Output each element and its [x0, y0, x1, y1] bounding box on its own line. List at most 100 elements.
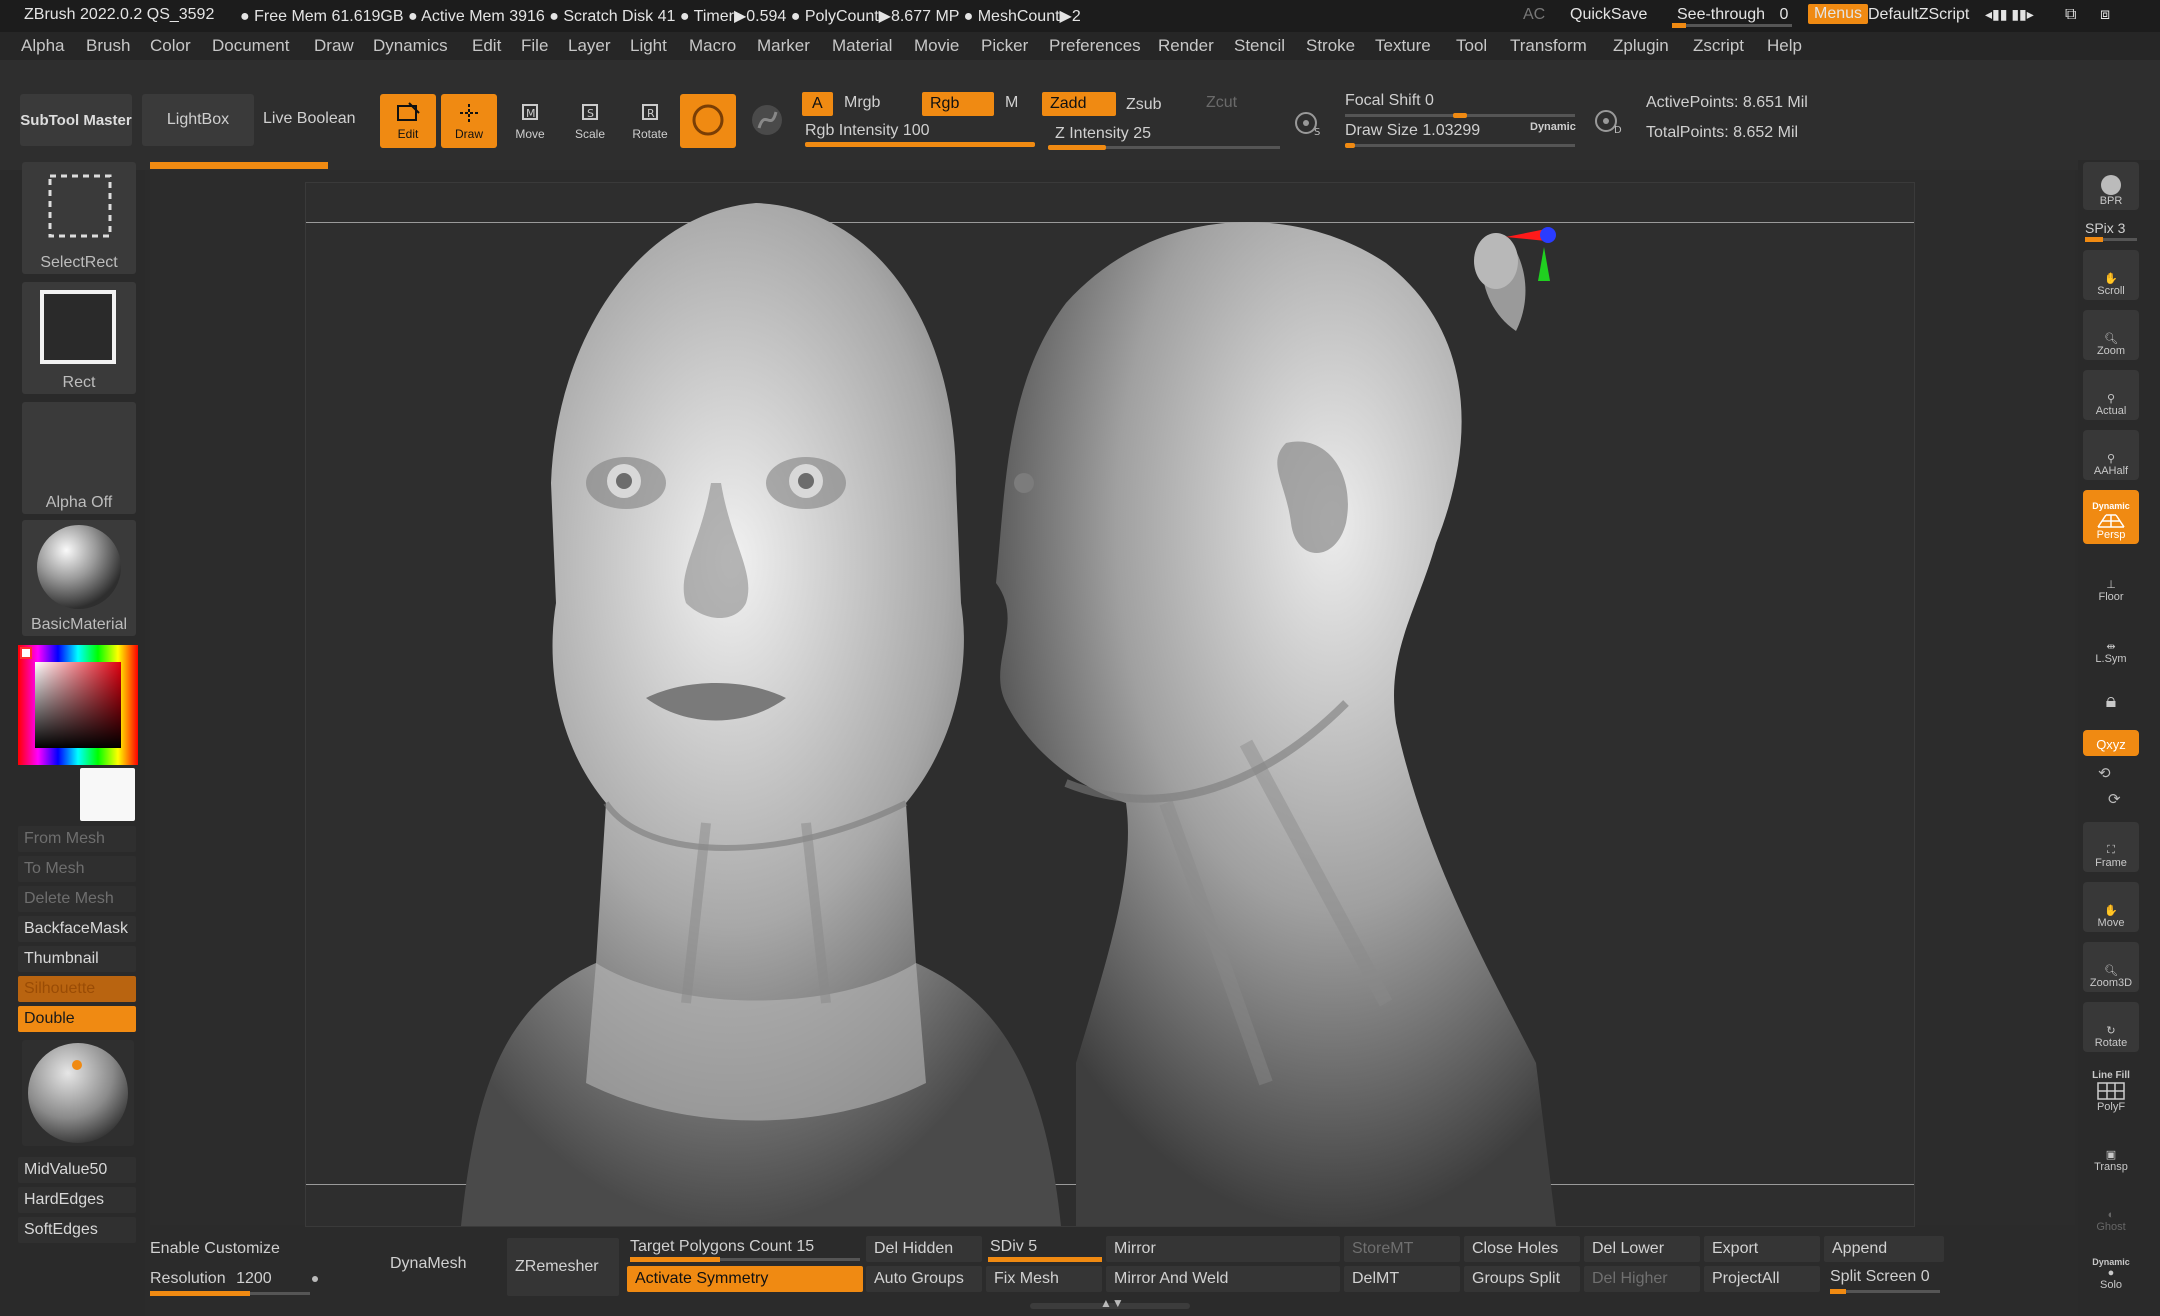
aahalf-button[interactable]: ⚲ AAHalf: [2083, 430, 2139, 480]
main-color-swatch[interactable]: [20, 647, 32, 659]
actual-button[interactable]: ⚲ Actual: [2083, 370, 2139, 420]
m-toggle[interactable]: M: [1005, 94, 1018, 112]
default-zscript-button[interactable]: DefaultZScript: [1868, 6, 1969, 24]
sdiv-slider[interactable]: [988, 1257, 1102, 1262]
silhouette-button[interactable]: Silhouette: [18, 976, 136, 1002]
fix-mesh-button[interactable]: Fix Mesh: [986, 1266, 1102, 1292]
material-tile[interactable]: BasicMaterial: [22, 520, 136, 636]
xyz-rotation-button[interactable]: Qxyz: [2083, 730, 2139, 756]
rotate-y-icon[interactable]: ⟲: [2098, 764, 2111, 782]
solo-button[interactable]: Dynamic ● Solo: [2083, 1240, 2139, 1294]
append-button[interactable]: Append: [1824, 1236, 1944, 1262]
mirror-and-weld-button[interactable]: Mirror And Weld: [1106, 1266, 1340, 1292]
scale-mode-button[interactable]: S Scale: [562, 94, 618, 148]
live-boolean-button[interactable]: Live Boolean: [263, 110, 356, 128]
softedges-button[interactable]: SoftEdges: [18, 1217, 136, 1243]
close-holes-button[interactable]: Close Holes: [1464, 1236, 1580, 1262]
mirror-button[interactable]: Mirror: [1106, 1236, 1340, 1262]
resolution-track[interactable]: [150, 1291, 310, 1296]
dynamic-size-toggle[interactable]: Dynamic: [1530, 121, 1576, 133]
menu-alpha[interactable]: Alpha: [21, 36, 64, 56]
brush-preview-button[interactable]: [680, 94, 736, 148]
zoom-button[interactable]: 🔍︎ Zoom: [2083, 310, 2139, 360]
alpha-a-toggle[interactable]: A: [802, 92, 833, 116]
auto-groups-button[interactable]: Auto Groups: [866, 1266, 982, 1292]
menu-help[interactable]: Help: [1767, 36, 1802, 56]
rgb-intensity-slider[interactable]: [805, 142, 1035, 147]
menu-material[interactable]: Material: [832, 36, 892, 56]
color-picker[interactable]: [18, 645, 138, 765]
menu-tool[interactable]: Tool: [1456, 36, 1487, 56]
zadd-toggle[interactable]: Zadd: [1042, 92, 1116, 116]
menu-picker[interactable]: Picker: [981, 36, 1028, 56]
lightbox-button[interactable]: LightBox: [142, 94, 254, 146]
window-restore-icon[interactable]: ⧉: [2065, 6, 2076, 24]
spix-slider[interactable]: SPix 3: [2085, 220, 2125, 236]
ghost-button[interactable]: ◐ Ghost: [2083, 1186, 2139, 1236]
menu-render[interactable]: Render: [1158, 36, 1214, 56]
target-polygons-slider[interactable]: [630, 1257, 860, 1262]
menu-stencil[interactable]: Stencil: [1234, 36, 1285, 56]
focal-shift-slider[interactable]: [1345, 113, 1575, 118]
menu-texture[interactable]: Texture: [1375, 36, 1431, 56]
see-through-slider[interactable]: See-through 0: [1677, 6, 1788, 24]
menu-transform[interactable]: Transform: [1510, 36, 1587, 56]
thumbnail-button[interactable]: Thumbnail: [18, 946, 136, 972]
window-size-icon[interactable]: ◂▮▮ ▮▮▸: [1985, 6, 2034, 23]
from-mesh-button[interactable]: From Mesh: [18, 826, 136, 852]
dynamesh-button[interactable]: DynaMesh: [390, 1255, 466, 1273]
double-button[interactable]: Double: [18, 1006, 136, 1032]
menu-file[interactable]: File: [521, 36, 548, 56]
menu-color[interactable]: Color: [150, 36, 191, 56]
see-through-track[interactable]: [1672, 23, 1792, 28]
midvalue-slider[interactable]: MidValue50: [18, 1157, 136, 1183]
menu-layer[interactable]: Layer: [568, 36, 611, 56]
bpr-button[interactable]: BPR: [2083, 162, 2139, 210]
spix-track[interactable]: [2085, 237, 2137, 242]
transp-button[interactable]: ▣ Transp: [2083, 1126, 2139, 1176]
rgb-toggle[interactable]: Rgb: [922, 92, 994, 116]
activate-symmetry-button[interactable]: Activate Symmetry: [627, 1266, 863, 1292]
del-hidden-button[interactable]: Del Hidden: [866, 1236, 982, 1262]
zcut-toggle[interactable]: Zcut: [1206, 94, 1237, 112]
persp-button[interactable]: Dynamic Persp: [2083, 490, 2139, 544]
export-button[interactable]: Export: [1704, 1236, 1820, 1262]
local-symmetry-button[interactable]: ⇹ L.Sym: [2083, 618, 2139, 668]
tray-toggle-icon[interactable]: ▲▼: [1100, 1296, 1124, 1310]
storemt-button[interactable]: StoreMT: [1344, 1236, 1460, 1262]
groups-split-button[interactable]: Groups Split: [1464, 1266, 1580, 1292]
del-higher-button[interactable]: Del Higher: [1584, 1266, 1700, 1292]
enable-customize-button[interactable]: Enable Customize: [150, 1240, 280, 1258]
menu-stroke[interactable]: Stroke: [1306, 36, 1355, 56]
rotate-view-button[interactable]: ↻ Rotate: [2083, 1002, 2139, 1052]
menu-light[interactable]: Light: [630, 36, 667, 56]
window-layout-icon[interactable]: ⧈: [2100, 6, 2110, 24]
delmt-button[interactable]: DelMT: [1344, 1266, 1460, 1292]
rect-tile[interactable]: Rect: [22, 282, 136, 394]
z-intensity-slider[interactable]: [1048, 145, 1280, 150]
zoom3d-button[interactable]: 🔍︎ Zoom3D: [2083, 942, 2139, 992]
draw-mode-button[interactable]: Draw: [441, 94, 497, 148]
backtrack-icon[interactable]: D: [1590, 102, 1626, 142]
rotate-mode-button[interactable]: R Rotate: [622, 94, 678, 148]
zremesher-button[interactable]: ZRemesher: [507, 1238, 619, 1296]
to-mesh-button[interactable]: To Mesh: [18, 856, 136, 882]
subtool-master-button[interactable]: SubTool Master: [20, 94, 132, 146]
split-screen-slider[interactable]: Split Screen 0: [1830, 1268, 1930, 1286]
menu-draw[interactable]: Draw: [314, 36, 354, 56]
menu-edit[interactable]: Edit: [472, 36, 501, 56]
delete-mesh-button[interactable]: Delete Mesh: [18, 886, 136, 912]
frame-button[interactable]: ⛶ Frame: [2083, 822, 2139, 872]
move-view-button[interactable]: ✋ Move: [2083, 882, 2139, 932]
mrgb-toggle[interactable]: Mrgb: [844, 94, 880, 112]
projectall-button[interactable]: ProjectAll: [1704, 1266, 1820, 1292]
menus-toggle[interactable]: Menus: [1808, 4, 1869, 24]
scroll-button[interactable]: ✋ Scroll: [2083, 250, 2139, 300]
menu-brush[interactable]: Brush: [86, 36, 130, 56]
document-viewport[interactable]: [305, 182, 1915, 1227]
quicksave-button[interactable]: QuickSave: [1570, 6, 1647, 24]
stroke-preview-button[interactable]: [742, 94, 792, 148]
menu-dynamics[interactable]: Dynamics: [373, 36, 448, 56]
lock-icon-button[interactable]: 🔒︎: [2083, 676, 2139, 716]
draw-size-slider[interactable]: [1345, 143, 1575, 148]
